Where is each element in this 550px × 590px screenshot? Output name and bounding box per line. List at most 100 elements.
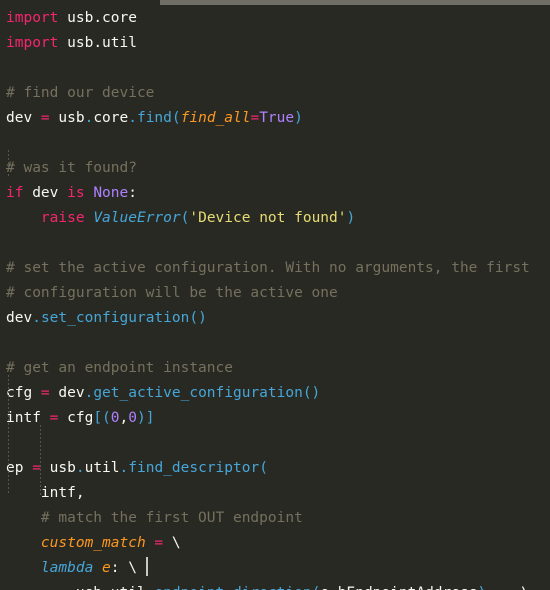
code-token: == bbox=[495, 585, 512, 590]
code-token: ) bbox=[477, 585, 486, 590]
code-editor-window[interactable]: import usb.core import usb.util # find ou… bbox=[0, 0, 550, 590]
code-token: find_all bbox=[180, 110, 251, 126]
code-line[interactable] bbox=[0, 131, 550, 156]
code-line[interactable] bbox=[0, 231, 550, 256]
code-token: # set the active configuration. With no … bbox=[6, 260, 530, 276]
code-token: # find our device bbox=[6, 85, 155, 101]
code-token: util bbox=[111, 585, 146, 590]
code-line[interactable] bbox=[0, 331, 550, 356]
code-token: None bbox=[93, 185, 129, 201]
code-token: , bbox=[119, 410, 129, 426]
code-token: import bbox=[6, 35, 59, 51]
code-token: . bbox=[93, 35, 103, 51]
code-line[interactable]: # find our device bbox=[0, 81, 550, 106]
code-line[interactable]: cfg = dev.get_active_configuration() bbox=[0, 381, 550, 406]
code-token: util bbox=[102, 35, 137, 51]
horizontal-scrollbar[interactable] bbox=[160, 0, 550, 5]
code-token: = bbox=[154, 535, 164, 551]
code-token: core bbox=[93, 110, 129, 126]
code-token: import bbox=[6, 10, 59, 26]
code-line[interactable]: if dev is None: bbox=[0, 181, 550, 206]
code-line[interactable]: dev = usb.core.find(find_all=True) bbox=[0, 106, 550, 131]
code-token: dev bbox=[49, 385, 85, 401]
code-line[interactable]: usb.util.endpoint_direction(e.bEndpointA… bbox=[0, 581, 550, 590]
code-token: ValueError bbox=[93, 210, 181, 226]
code-token: . bbox=[84, 110, 94, 126]
code-token: )] bbox=[136, 410, 155, 426]
code-token: custom_match bbox=[40, 535, 146, 551]
code-token: usb bbox=[40, 460, 76, 476]
code-token: lambda bbox=[40, 560, 94, 576]
code-token: usb bbox=[49, 110, 85, 126]
code-token: if bbox=[6, 185, 24, 201]
code-token: . bbox=[119, 460, 129, 476]
code-token: ) bbox=[294, 110, 303, 126]
code-token: ( bbox=[171, 110, 181, 126]
code-token: = bbox=[250, 110, 260, 126]
code-line[interactable]: # set the active configuration. With no … bbox=[0, 256, 550, 281]
code-token: dev bbox=[6, 310, 33, 326]
code-token: \ bbox=[512, 585, 530, 590]
code-token: find_descriptor bbox=[128, 460, 260, 476]
code-token: get_active_configuration bbox=[93, 385, 303, 401]
code-token: is bbox=[67, 185, 85, 201]
code-line[interactable]: # get an endpoint instance bbox=[0, 356, 550, 381]
code-line[interactable]: raise ValueError('Device not found') bbox=[0, 206, 550, 231]
code-line[interactable]: intf = cfg[(0,0)] bbox=[0, 406, 550, 431]
code-token: 'Device not found' bbox=[189, 210, 347, 226]
code-token: : bbox=[128, 185, 137, 201]
code-token: = bbox=[40, 110, 50, 126]
code-token: [( bbox=[93, 410, 111, 426]
code-token: ep bbox=[6, 460, 33, 476]
code-line[interactable]: # match the first OUT endpoint bbox=[0, 506, 550, 531]
code-line[interactable]: custom_match = \ bbox=[0, 531, 550, 556]
code-token: usb bbox=[6, 585, 102, 590]
code-token: . bbox=[32, 310, 41, 326]
code-token: dev bbox=[6, 110, 41, 126]
code-token: () bbox=[302, 385, 321, 401]
code-token: e bbox=[320, 585, 329, 590]
code-token: # get an endpoint instance bbox=[6, 360, 233, 376]
code-token: . bbox=[329, 585, 338, 590]
code-token: cfg bbox=[58, 410, 94, 426]
code-line[interactable]: import usb.core bbox=[0, 6, 550, 31]
code-token: util bbox=[84, 460, 120, 476]
code-token: core bbox=[102, 10, 137, 26]
code-line[interactable]: # configuration will be the active one bbox=[0, 281, 550, 306]
code-token: dev bbox=[23, 185, 68, 201]
code-line[interactable]: dev.set_configuration() bbox=[0, 306, 550, 331]
code-token: usb bbox=[58, 35, 94, 51]
code-line[interactable] bbox=[0, 431, 550, 456]
code-token: endpoint_direction bbox=[154, 585, 311, 590]
code-token: set_configuration bbox=[40, 310, 190, 326]
code-token: # match the first OUT endpoint bbox=[6, 510, 303, 526]
code-token: e bbox=[102, 560, 111, 576]
code-line[interactable]: ep = usb.util.find_descriptor( bbox=[0, 456, 550, 481]
code-token: . bbox=[93, 10, 103, 26]
code-token: 0 bbox=[110, 410, 120, 426]
code-line[interactable] bbox=[0, 56, 550, 81]
code-token: True bbox=[259, 110, 295, 126]
code-token: find bbox=[136, 110, 172, 126]
code-token: 0 bbox=[128, 410, 137, 426]
code-token: intf, bbox=[6, 485, 85, 501]
code-token: ) bbox=[346, 210, 356, 226]
code-content-area[interactable]: import usb.core import usb.util # find ou… bbox=[0, 6, 550, 590]
code-token: = bbox=[32, 460, 41, 476]
code-token: raise bbox=[40, 210, 85, 226]
code-line[interactable]: intf, bbox=[0, 481, 550, 506]
code-token: = bbox=[40, 385, 50, 401]
code-token: usb bbox=[58, 10, 94, 26]
code-token: ( bbox=[259, 460, 268, 476]
code-line[interactable]: import usb.util bbox=[0, 31, 550, 56]
code-token: \ bbox=[163, 535, 181, 551]
code-line[interactable]: # was it found? bbox=[0, 156, 550, 181]
code-line[interactable]: lambda e: \ bbox=[0, 556, 550, 581]
code-token: # configuration will be the active one bbox=[6, 285, 338, 301]
